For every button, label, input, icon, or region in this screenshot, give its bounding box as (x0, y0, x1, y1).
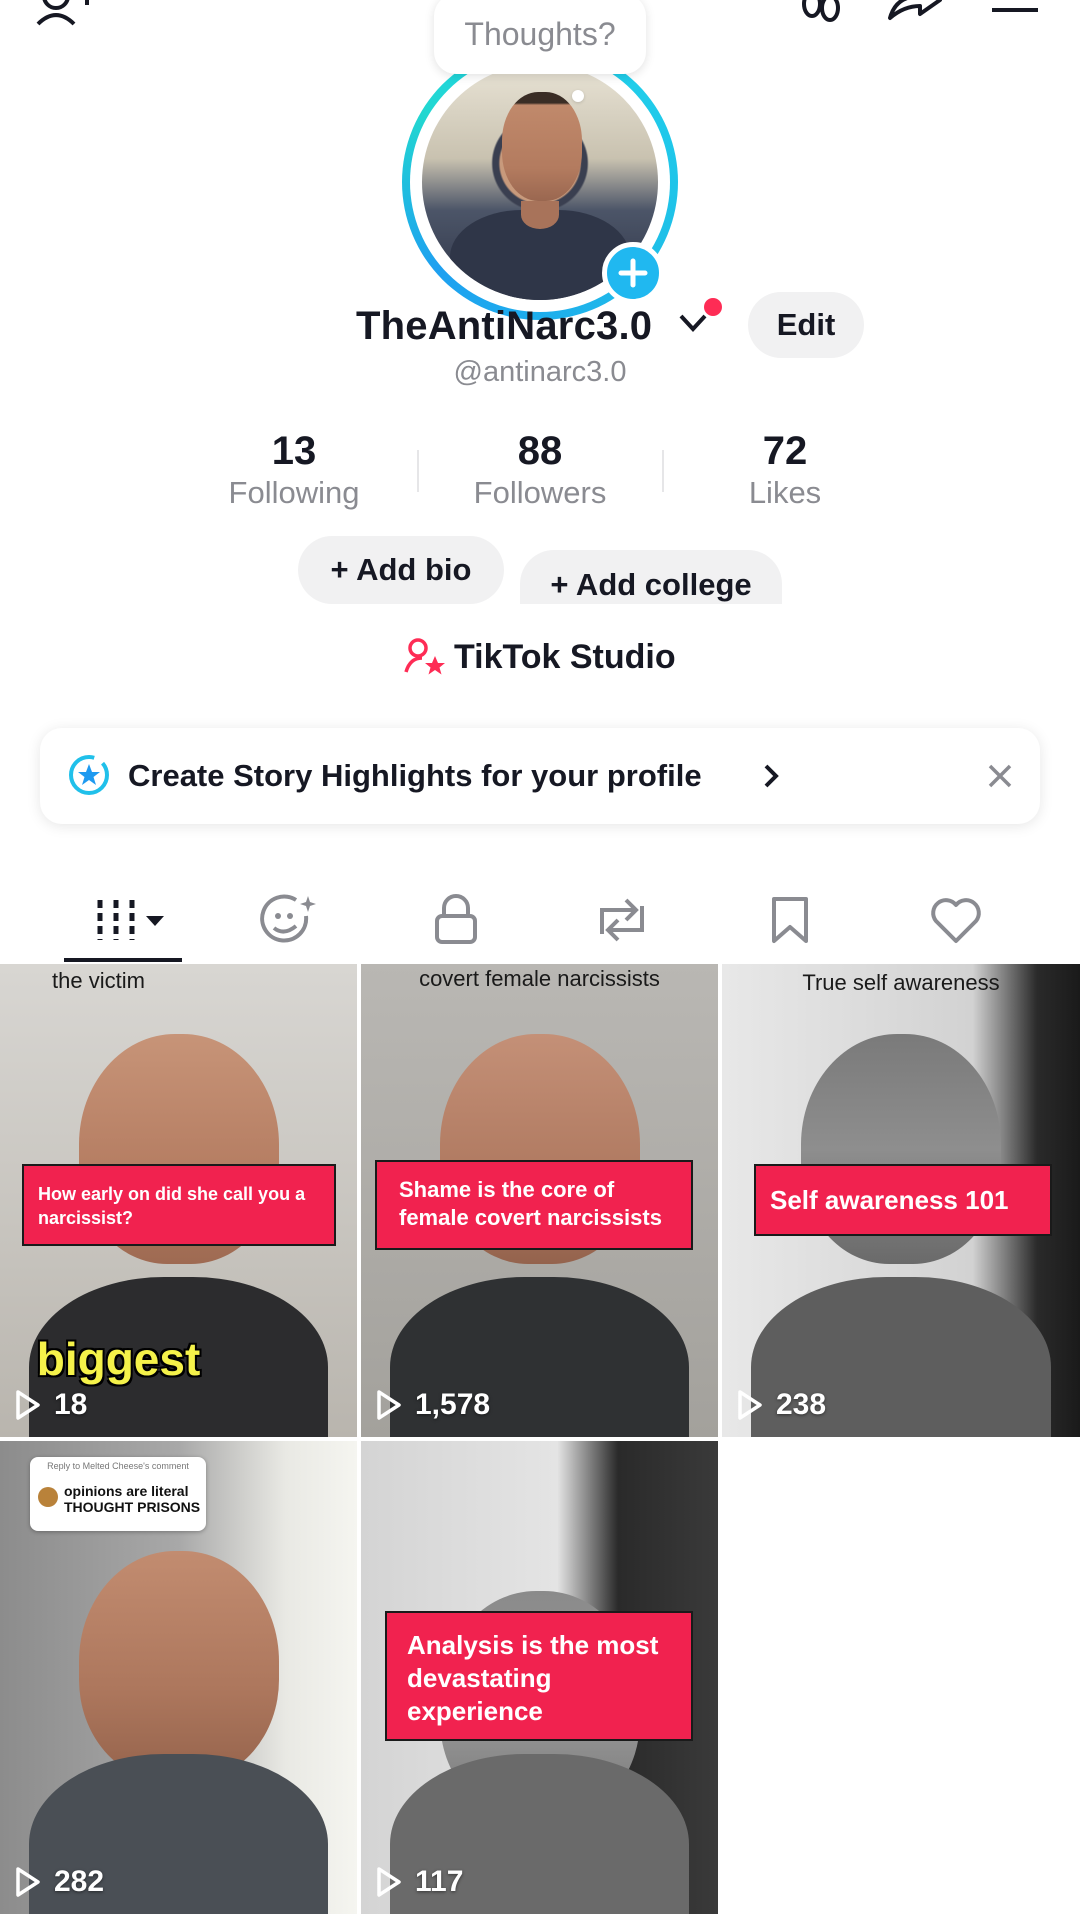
profile-avatar[interactable] (402, 44, 678, 320)
view-count: 117 (375, 1860, 463, 1904)
video-overlay-text: Analysis is the most devastating experie… (385, 1611, 693, 1741)
username-handle: @antinarc3.0 (453, 356, 627, 388)
tab-liked[interactable] (906, 880, 1006, 960)
play-icon (377, 1390, 401, 1420)
highlight-star-icon (68, 754, 110, 801)
liked-heart-icon (931, 898, 981, 943)
active-tab-indicator (64, 958, 182, 962)
chevron-down-icon[interactable] (678, 312, 708, 339)
creator-star-icon (404, 638, 446, 681)
thoughts-bubble[interactable]: Thoughts? (434, 0, 646, 74)
reply-comment-sticker: Reply to Melted Cheese's comment opinion… (30, 1457, 206, 1531)
view-count: 1,578 (375, 1383, 490, 1427)
share-arrow-icon[interactable] (886, 0, 942, 22)
hamburger-menu-icon[interactable] (990, 0, 1040, 16)
add-story-button[interactable] (602, 242, 664, 304)
video-thumbnail[interactable]: Reply to Melted Cheese's comment opinion… (0, 1441, 357, 1914)
tab-videos[interactable] (72, 880, 182, 960)
tab-private[interactable] (406, 880, 506, 960)
edit-profile-button[interactable]: Edit (748, 292, 864, 358)
favorites-bookmark-icon (772, 897, 808, 943)
videos-grid-icon (97, 900, 164, 940)
notification-dot (704, 298, 722, 316)
tab-stories[interactable] (240, 880, 340, 960)
add-bio-button[interactable]: + Add bio (298, 536, 504, 604)
footprint-icon[interactable] (796, 0, 846, 22)
video-thumbnail[interactable]: the victim How early on did she call you… (0, 964, 357, 1437)
close-icon[interactable] (986, 762, 1014, 795)
plus-icon (618, 258, 648, 288)
video-thumbnail[interactable]: True self awareness Self awareness 101 2… (722, 964, 1080, 1437)
view-count: 18 (14, 1383, 87, 1427)
name-row: TheAntiNarc3.0 Edit (0, 292, 1080, 358)
tab-favorites[interactable] (740, 880, 840, 960)
play-icon (377, 1867, 401, 1897)
video-overlay-text: Shame is the core of female covert narci… (375, 1160, 693, 1250)
private-lock-icon (435, 894, 477, 944)
profile-stats: 13 Following 88 Followers 72 Likes (0, 428, 1080, 514)
video-thumbnail[interactable]: covert female narcissists Shame is the c… (361, 964, 718, 1437)
video-overlay-text: Self awareness 101 (754, 1164, 1052, 1236)
profile-tabs (0, 880, 1080, 964)
story-highlights-banner[interactable]: Create Story Highlights for your profile (40, 728, 1040, 824)
view-count: 238 (736, 1383, 826, 1427)
video-overlay-text: How early on did she call you a narcissi… (22, 1164, 336, 1246)
video-thumbnail[interactable]: Analysis is the most devastating experie… (361, 1441, 718, 1914)
stories-face-icon (260, 894, 316, 943)
play-icon (738, 1390, 762, 1420)
person-plus-icon[interactable] (36, 0, 96, 26)
tiktok-studio-link[interactable]: TikTok Studio (0, 632, 1080, 682)
tab-reposts[interactable] (572, 880, 672, 960)
display-name[interactable]: TheAntiNarc3.0 (356, 296, 652, 356)
chevron-right-icon (762, 762, 780, 795)
play-icon (16, 1867, 40, 1897)
stat-likes[interactable]: 72 Likes (685, 428, 885, 512)
view-count: 282 (14, 1860, 104, 1904)
stat-following[interactable]: 13 Following (194, 428, 394, 512)
add-college-button[interactable]: + Add college (520, 550, 782, 604)
stat-followers[interactable]: 88 Followers (440, 428, 640, 512)
play-icon (16, 1390, 40, 1420)
reposts-icon (600, 898, 644, 942)
